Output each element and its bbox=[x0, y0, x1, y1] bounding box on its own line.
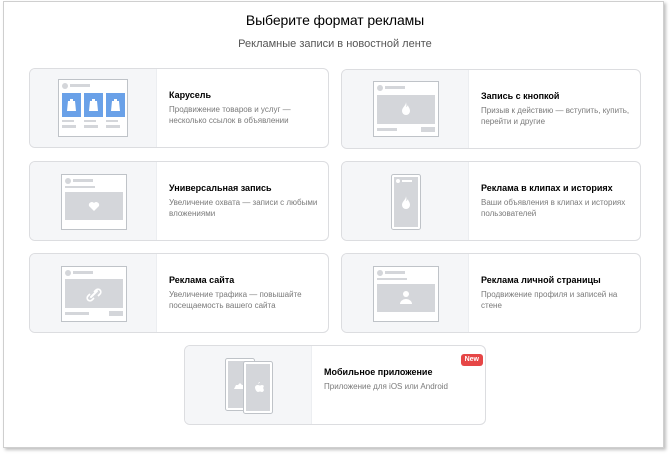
card-description: Увеличение охвата — записи с любыми влож… bbox=[169, 198, 318, 218]
format-card-personal-page[interactable]: Реклама личной страницы Продвижение проф… bbox=[341, 253, 641, 333]
new-badge: New bbox=[460, 354, 483, 366]
fire-icon bbox=[391, 174, 421, 230]
card-title: Реклама сайта bbox=[169, 275, 235, 285]
heart-icon bbox=[61, 174, 127, 230]
format-card-mobile-app[interactable]: Мобильное приложение Приложение для iOS … bbox=[184, 345, 486, 425]
card-thumbnail bbox=[30, 69, 157, 147]
card-thumbnail bbox=[30, 254, 157, 332]
link-icon bbox=[61, 266, 127, 322]
fire-icon bbox=[373, 81, 439, 137]
card-title: Реклама в клипах и историях bbox=[481, 183, 613, 193]
card-thumbnail bbox=[342, 162, 469, 240]
format-card-clips-stories[interactable]: Реклама в клипах и историях Ваши объявле… bbox=[341, 161, 641, 241]
card-description: Призыв к действию — вступить, купить, пе… bbox=[481, 106, 630, 126]
card-title: Запись с кнопкой bbox=[481, 91, 560, 101]
carousel-icon bbox=[58, 79, 128, 137]
format-card-universal[interactable]: Универсальная запись Увеличение охвата —… bbox=[29, 161, 329, 241]
format-card-website[interactable]: Реклама сайта Увеличение трафика — повыш… bbox=[29, 253, 329, 333]
card-title: Карусель bbox=[169, 90, 212, 100]
card-description: Продвижение профиля и записей на стене bbox=[481, 290, 618, 310]
card-title: Универсальная запись bbox=[169, 183, 272, 193]
card-thumbnail bbox=[342, 70, 469, 148]
card-description: Приложение для iOS или Android bbox=[324, 382, 448, 391]
card-description: Продвижение товаров и услуг — несколько … bbox=[169, 105, 291, 125]
card-title: Реклама личной страницы bbox=[481, 275, 601, 285]
card-title: Мобильное приложение bbox=[324, 367, 433, 377]
card-thumbnail bbox=[30, 162, 157, 240]
card-thumbnail bbox=[342, 254, 469, 332]
card-thumbnail bbox=[185, 346, 312, 424]
format-card-carousel[interactable]: Карусель Продвижение товаров и услуг — н… bbox=[29, 68, 329, 148]
page-subtitle: Рекламные записи в новостной ленте bbox=[238, 38, 432, 50]
apple-icon bbox=[225, 358, 273, 414]
format-card-button-post[interactable]: Запись с кнопкой Призыв к действию — вст… bbox=[341, 69, 641, 149]
card-description: Ваши объявления в клипах и историях поль… bbox=[481, 198, 626, 218]
card-description: Увеличение трафика — повышайте посещаемо… bbox=[169, 290, 302, 310]
page-title: Выберите формат рекламы bbox=[245, 12, 425, 28]
person-icon bbox=[373, 266, 439, 322]
